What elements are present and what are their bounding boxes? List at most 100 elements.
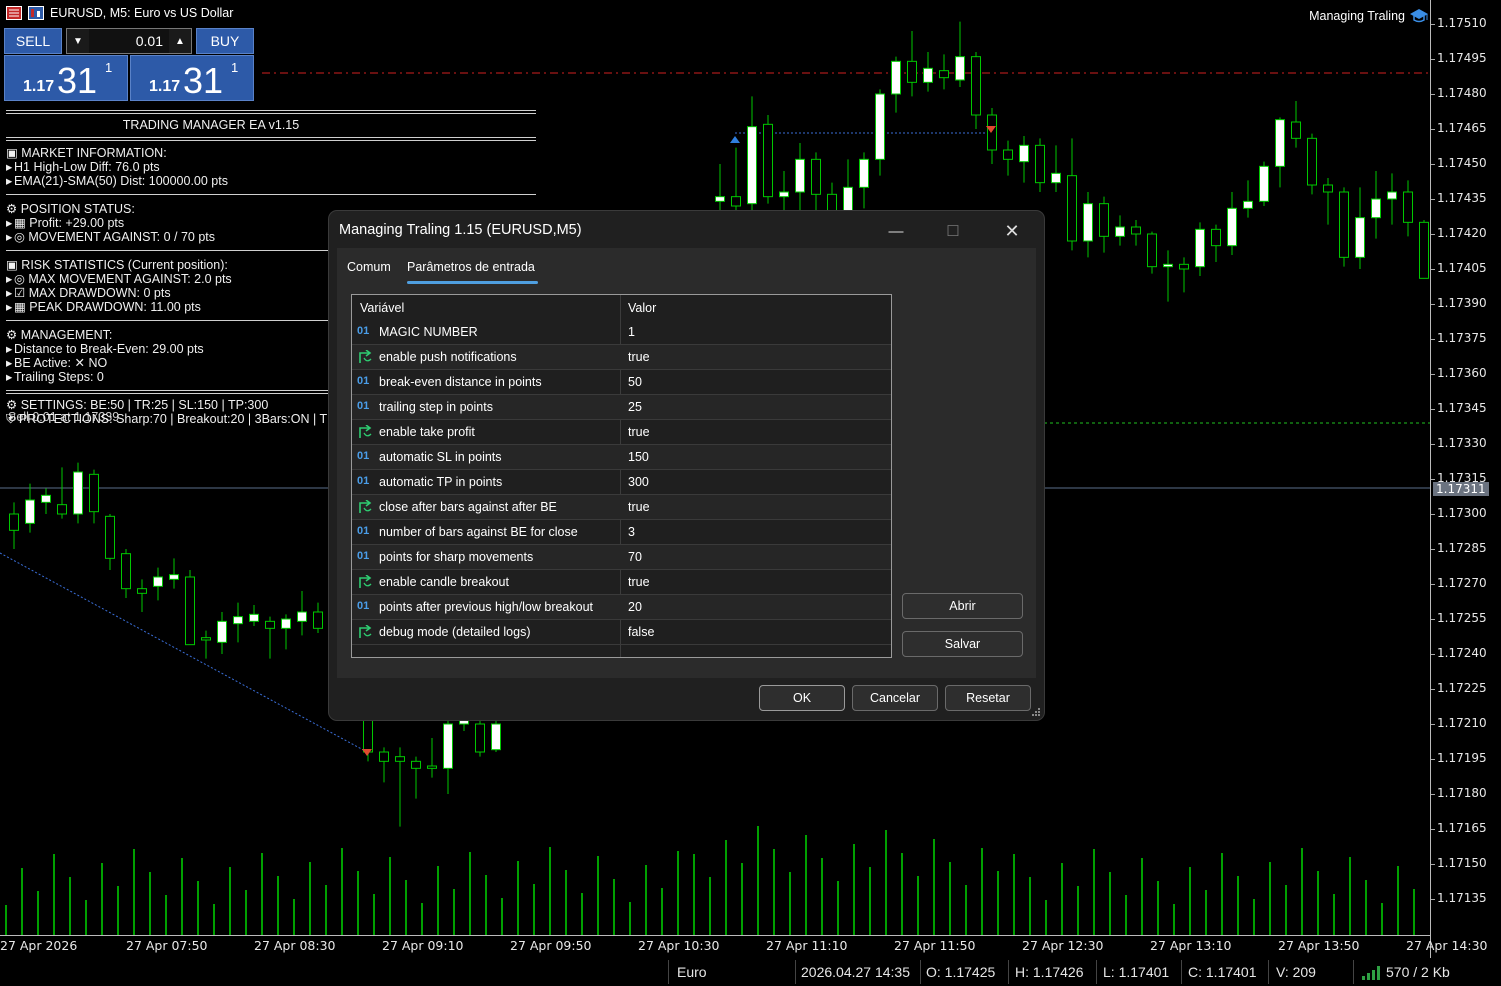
param-value[interactable]: 20 <box>628 600 642 614</box>
column-header-value[interactable]: Valor <box>628 301 656 315</box>
bull-candle <box>1259 165 1269 202</box>
menu-icon[interactable] <box>6 6 22 20</box>
buy-button[interactable]: BUY <box>196 28 254 54</box>
price-tick <box>1431 654 1435 655</box>
time-tick-label: 27 Apr 12:30 <box>1022 938 1104 953</box>
lot-increase-icon[interactable]: ▲ <box>169 29 191 53</box>
risk-stats-text: RISK STATISTICS (Current position): <box>21 258 228 272</box>
separator <box>668 960 669 984</box>
bear-candle <box>1131 226 1141 235</box>
expert-advisor-label[interactable]: Managing Traling <box>1309 8 1429 24</box>
param-value[interactable]: 1 <box>628 325 635 339</box>
param-row[interactable]: enable candle breakout true <box>352 570 891 595</box>
param-row[interactable]: 01 break-even distance in points 50 <box>352 370 891 395</box>
bear-candle <box>1003 149 1013 160</box>
minimize-icon[interactable]: — <box>873 217 919 245</box>
active-tab-indicator <box>407 281 538 284</box>
param-value[interactable]: 25 <box>628 400 642 414</box>
bull-candle <box>41 494 51 503</box>
bull-candle <box>1051 172 1061 184</box>
param-row[interactable]: 01 points after previous high/low breakou… <box>352 595 891 620</box>
chart-title-bar: EURUSD, M5: Euro vs US Dollar <box>6 6 233 20</box>
status-low: L: 1.17401 <box>1103 964 1170 980</box>
param-value[interactable]: true <box>628 425 650 439</box>
lot-size-input[interactable]: ▼ 0.01 ▲ <box>66 28 192 54</box>
param-name: enable candle breakout <box>379 575 509 589</box>
integer-param-icon: 01 <box>357 450 370 462</box>
param-value[interactable]: 3 <box>628 525 635 539</box>
param-row[interactable]: 01 trailing step in points 25 <box>352 395 891 420</box>
status-profile[interactable]: Euro <box>677 964 707 980</box>
param-row[interactable]: debug mode (detailed logs) false <box>352 620 891 645</box>
resize-grip-icon[interactable] <box>1031 707 1041 717</box>
ea-name-text: Managing Traling <box>1309 9 1405 23</box>
param-value[interactable]: 50 <box>628 375 642 389</box>
position-status-header: ⚙ POSITION STATUS: <box>6 202 135 216</box>
param-row[interactable]: 01 points for sharp movements 70 <box>352 545 891 570</box>
target-icon: ◎ <box>14 230 29 244</box>
tab-input-parameters[interactable]: Parâmetros de entrada <box>407 260 535 274</box>
status-volume: V: 209 <box>1276 964 1316 980</box>
cancel-button[interactable]: Cancelar <box>852 685 938 711</box>
buy-price-box[interactable]: 1.17 31 1 <box>130 55 254 101</box>
reset-button[interactable]: Resetar <box>945 685 1031 711</box>
bull-candle <box>747 126 757 205</box>
status-bar: Euro 2026.04.27 14:35 O: 1.17425 H: 1.17… <box>0 958 1501 986</box>
param-row[interactable]: 01 automatic SL in points 150 <box>352 445 891 470</box>
bear-candle <box>811 158 821 195</box>
ok-button[interactable]: OK <box>759 685 845 711</box>
bear-candle <box>475 723 485 753</box>
lot-decrease-icon[interactable]: ▼ <box>67 29 89 53</box>
param-name: enable take profit <box>379 425 475 439</box>
param-row[interactable]: close after bars against after BE true <box>352 495 891 520</box>
integer-param-icon: 01 <box>357 400 370 412</box>
sell-price-box[interactable]: 1.17 31 1 <box>4 55 128 101</box>
management-line: ▸ Distance to Break-Even: 29.00 pts <box>6 342 204 356</box>
bull-candle <box>233 616 243 625</box>
param-row[interactable]: 01 automatic TP in points 300 <box>352 470 891 495</box>
save-button[interactable]: Salvar <box>902 631 1023 657</box>
bear-candle <box>731 196 741 207</box>
param-row[interactable]: enable push notifications true <box>352 345 891 370</box>
param-row[interactable]: 01 number of bars against BE for close 3 <box>352 520 891 545</box>
risk-line: ▸ ☑ MAX DRAWDOWN: 0 pts <box>6 286 171 300</box>
price-tick <box>1431 864 1435 865</box>
current-price-label: 1.17311 <box>1433 482 1489 496</box>
price-tick-label: 1.17465 <box>1437 121 1487 135</box>
market-info-header-text: MARKET INFORMATION: <box>21 146 167 160</box>
price-tick-label: 1.17330 <box>1437 436 1487 450</box>
bear-candle <box>1147 233 1157 268</box>
param-row[interactable]: 01 MAGIC NUMBER 1 <box>352 320 891 345</box>
trade-overlay-text: Sell 0.01 at 1.17339 <box>8 410 120 424</box>
price-tick <box>1431 374 1435 375</box>
status-open: O: 1.17425 <box>926 964 996 980</box>
separator <box>1181 960 1182 984</box>
risk-line: ▸ ◎ MAX MOVEMENT AGAINST: 2.0 pts <box>6 272 232 286</box>
bear-candle <box>939 70 949 79</box>
market-line-text: EMA(21)-SMA(50) Dist: 100000.00 pts <box>14 174 228 188</box>
sell-button[interactable]: SELL <box>4 28 62 54</box>
open-button[interactable]: Abrir <box>902 593 1023 619</box>
bull-candle <box>1355 217 1365 258</box>
bear-candle <box>1323 184 1333 193</box>
param-value[interactable]: false <box>628 625 654 639</box>
param-value[interactable]: 70 <box>628 550 642 564</box>
tab-comum[interactable]: Comum <box>347 260 391 274</box>
column-header-variable[interactable]: Variável <box>360 301 404 315</box>
management-line-text: Distance to Break-Even: 29.00 pts <box>14 342 204 356</box>
separator <box>1096 960 1097 984</box>
param-row[interactable]: enable take profit true <box>352 420 891 445</box>
lot-value[interactable]: 0.01 <box>91 29 167 53</box>
close-icon[interactable]: ✕ <box>989 217 1035 245</box>
time-tick-label: 27 Apr 13:10 <box>1150 938 1232 953</box>
one-click-trading-icon[interactable] <box>28 6 44 20</box>
param-value[interactable]: true <box>628 575 650 589</box>
param-value[interactable]: true <box>628 500 650 514</box>
param-name: MAGIC NUMBER <box>379 325 478 339</box>
price-tick <box>1431 304 1435 305</box>
param-value[interactable]: true <box>628 350 650 364</box>
price-tick-label: 1.17360 <box>1437 366 1487 380</box>
param-value[interactable]: 300 <box>628 475 649 489</box>
param-value[interactable]: 150 <box>628 450 649 464</box>
connection-signal-icon[interactable] <box>1362 966 1380 980</box>
